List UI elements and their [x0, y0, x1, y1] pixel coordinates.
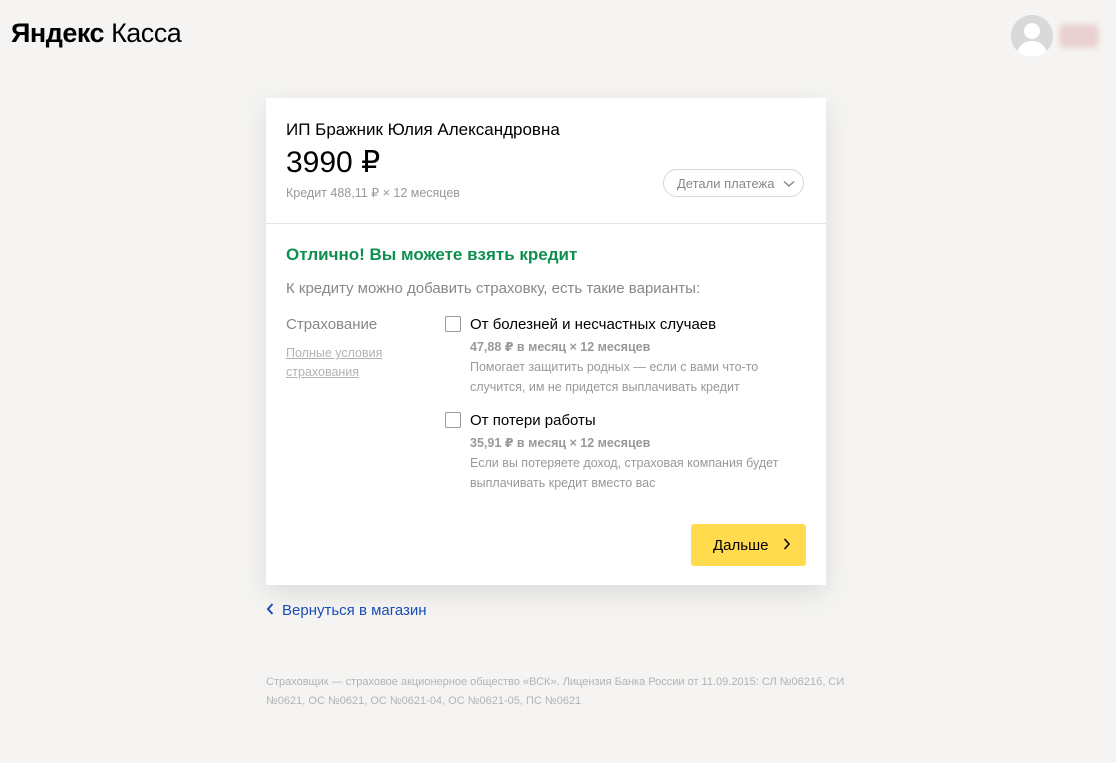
- logo[interactable]: Яндекс Касса: [11, 16, 182, 50]
- insurance-option-price: 35,91 ₽ в месяц × 12 месяцев: [470, 436, 651, 450]
- credit-terms: Кредит 488,11 ₽ × 12 месяцев: [286, 186, 460, 200]
- insurance-job-loss-checkbox[interactable]: [445, 412, 461, 428]
- insurance-subhead: К кредиту можно добавить страховку, есть…: [286, 280, 701, 297]
- insurance-option-price: 47,88 ₽ в месяц × 12 месяцев: [470, 340, 651, 354]
- insurance-option-description: Если вы потеряете доход, страховая компа…: [470, 456, 779, 490]
- insurance-option-title[interactable]: От потери работы: [470, 411, 596, 431]
- next-button-label: Дальше: [713, 536, 769, 554]
- payment-summary: ИП Бражник Юлия Александровна 3990 ₽ Кре…: [266, 98, 826, 224]
- user-avatar-icon[interactable]: [1011, 15, 1053, 57]
- chevron-down-icon: [782, 176, 795, 191]
- payment-details-label: Детали платежа: [677, 175, 775, 191]
- logo-product: Касса: [111, 18, 182, 48]
- insurance-terms-link[interactable]: Полные условия страхования: [286, 344, 406, 382]
- credit-approved-headline: Отлично! Вы можете взять кредит: [286, 245, 578, 264]
- merchant-name: ИП Бражник Юлия Александровна: [286, 120, 560, 139]
- logo-brand: Яндекс: [11, 18, 105, 48]
- insurance-illness-checkbox[interactable]: [445, 316, 461, 332]
- back-to-shop-label: Вернуться в магазин: [282, 602, 427, 619]
- user-name-blurred[interactable]: [1059, 24, 1099, 48]
- insurance-option-description: Помогает защитить родных — если с вами ч…: [470, 360, 759, 394]
- chevron-left-icon: [266, 601, 274, 621]
- insurance-label: Страхование: [286, 316, 378, 333]
- payment-card: ИП Бражник Юлия Александровна 3990 ₽ Кре…: [266, 98, 826, 585]
- payment-amount: 3990 ₽: [286, 146, 381, 179]
- payment-details-button[interactable]: Детали платежа: [663, 169, 804, 197]
- insurance-option-title[interactable]: От болезней и несчастных случаев: [470, 315, 716, 335]
- insurer-legal-footer: Страховщик — страховое акционерное общес…: [266, 676, 845, 707]
- next-button[interactable]: Дальше: [691, 524, 806, 566]
- back-to-shop-link[interactable]: Вернуться в магазин: [266, 601, 427, 621]
- chevron-right-icon: [783, 537, 791, 554]
